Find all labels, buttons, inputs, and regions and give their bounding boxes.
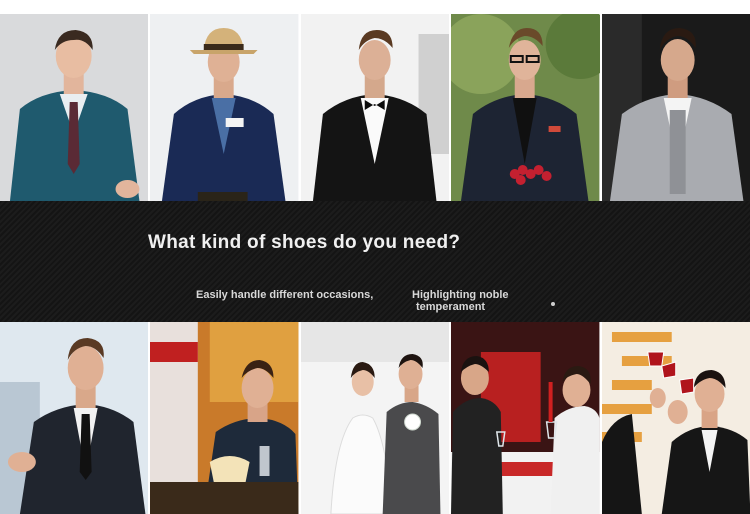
banner-subtitle-right-line1: Highlighting noble	[412, 289, 509, 301]
top-photo-row	[0, 14, 750, 201]
photo-teal-suit-man	[0, 14, 149, 201]
banner-subtitle-left: Easily handle different occasions,	[196, 289, 374, 301]
photo-plaid-suit-man	[601, 14, 750, 201]
banner-subtitle-right-line2: temperament	[416, 301, 486, 313]
photo-celebration-cheers	[601, 322, 750, 514]
promo-banner: What kind of shoes do you need? Easily h…	[0, 201, 750, 322]
bottom-photo-row	[0, 322, 750, 514]
photo-dinner-toast	[451, 322, 600, 514]
photo-wedding-couple	[300, 322, 450, 514]
banner-headline: What kind of shoes do you need?	[148, 232, 461, 253]
banner-subtitle-right: Highlighting noble temperament	[412, 289, 509, 313]
photo-handshake-businessman	[0, 322, 149, 514]
photo-fedora-man	[150, 14, 299, 201]
photo-glasses-roses-man	[451, 14, 600, 201]
photo-dining-server	[150, 322, 299, 514]
photo-tuxedo-man	[300, 14, 450, 201]
banner-dot	[551, 302, 555, 306]
